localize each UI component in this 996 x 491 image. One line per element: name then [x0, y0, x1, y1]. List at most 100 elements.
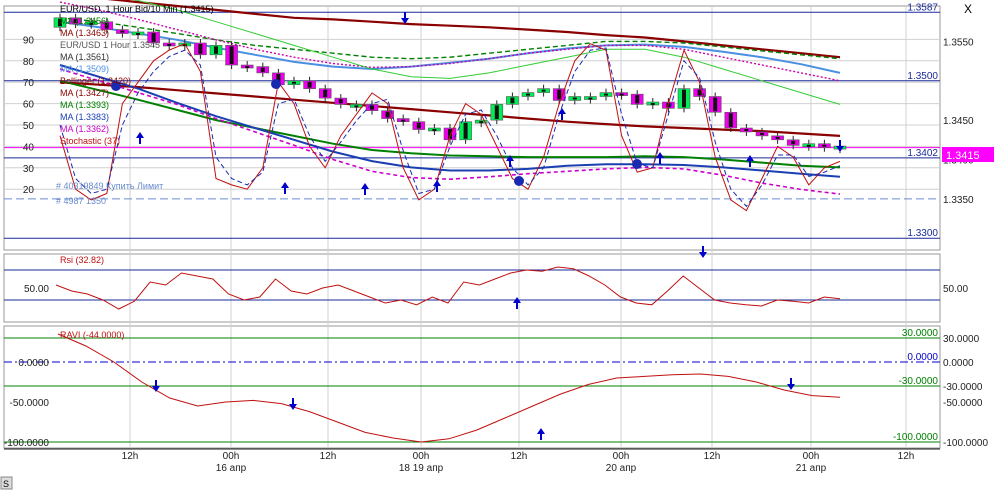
time-tick-label: 00h [613, 451, 630, 462]
legend-entry: MA (1.3456) [60, 16, 109, 26]
candle-core [650, 103, 655, 106]
date-tick-label: 18 19 апр [399, 463, 444, 474]
ravi-level-label: 30.0000 [902, 328, 939, 339]
close-icon[interactable]: X [964, 2, 972, 16]
candle-core [494, 105, 499, 120]
candle-core [479, 121, 484, 124]
candle-core [260, 67, 265, 72]
candle-core [728, 113, 733, 127]
candle-core [510, 97, 515, 104]
ravi-tick-label-right: -100.0000 [943, 438, 988, 449]
stoch-tick-label: 50 [23, 121, 35, 132]
candle-core [370, 105, 374, 110]
candle-core [214, 46, 218, 54]
panel-3 [3, 325, 941, 449]
candle-core [604, 93, 608, 96]
signal-marker-icon [271, 79, 281, 89]
ravi-tick-label-right: -30.0000 [943, 382, 983, 393]
time-tick-label: 12h [704, 451, 721, 462]
legend-entry: MA (1.3561) [60, 52, 109, 62]
panel-2 [3, 253, 941, 323]
candle-core [806, 144, 811, 147]
signal-marker-icon [632, 159, 642, 169]
legend-entry: MA (1.3383) [60, 112, 109, 122]
price-tick-label: 1.3550 [943, 37, 974, 48]
candle-core [635, 95, 640, 104]
stoch-tick-label: 40 [23, 142, 35, 153]
legend-entry: MA (1.3463) [60, 28, 109, 38]
limit-order-label: # 40319849 Купить Лимит [56, 181, 163, 191]
candle-core [292, 81, 296, 84]
panels [3, 5, 941, 449]
price-level-label: 1.3587 [907, 2, 938, 13]
time-tick-label: 12h [511, 451, 528, 462]
close-button[interactable]: X [964, 2, 972, 16]
corner-settings-label[interactable]: S [3, 479, 9, 489]
time-tick-label: 12h [320, 451, 337, 462]
candle-core [572, 97, 577, 100]
candle-core [588, 97, 593, 100]
legend-entry: MA (1.3393) [60, 100, 109, 110]
ravi-tick-label-right: 0.0000 [943, 358, 974, 369]
ravi-title: RAVI (-44.0000) [60, 330, 124, 340]
date-tick-label: 20 апр [606, 463, 637, 474]
candle-core [541, 89, 546, 92]
date-tick-label: 21 апр [796, 463, 827, 474]
legend-entry: Stochastic (37) [60, 136, 120, 146]
signal-marker-icon [514, 176, 524, 186]
ravi-level-label: 0.0000 [907, 352, 938, 363]
rsi-tick-label: 50.00 [24, 284, 49, 295]
legend-entry: EUR/USD 1 Hour 1.3545 [60, 40, 160, 50]
legend-entry: MA (1.3362) [60, 124, 109, 134]
candle-core [557, 89, 562, 100]
price-level-label: 1.3402 [907, 148, 938, 159]
candle-core [167, 43, 172, 46]
candle-core [822, 144, 827, 147]
candle-core [385, 111, 390, 118]
current-price-label: 1.3415 [946, 150, 980, 162]
candle-core [136, 32, 140, 35]
ravi-level-label: -100.0000 [893, 432, 938, 443]
date-tick-label: 16 апр [216, 463, 247, 474]
stoch-tick-label: 20 [23, 185, 35, 196]
stoch-tick-label: 70 [23, 78, 35, 89]
stoch-tick-label: 80 [23, 57, 35, 68]
candle-core [526, 93, 530, 96]
candle-core [229, 46, 234, 65]
time-tick-label: 12h [898, 451, 915, 462]
legend-entry: EUR/USD, 1 Hour Bid/10 Min (1.3415) [60, 4, 214, 14]
candle-core [354, 105, 359, 108]
candle-core [198, 43, 203, 54]
legend-entry: Bollinger (1.3420) [60, 76, 131, 86]
chart-canvas[interactable]: 12h 00h 12h 00h 12h 00h 12h 00h 12h 16 апр 18 19 а… [0, 0, 996, 491]
candle-core [791, 140, 796, 145]
limit-order-sub-label: # 4987 1350 [56, 196, 106, 206]
candle-core [775, 136, 780, 139]
ravi-tick-label-right: 30.0000 [943, 334, 980, 345]
candle-core [463, 122, 468, 139]
time-tick-label: 00h [223, 451, 240, 462]
price-tick-label: 1.3350 [943, 195, 974, 206]
corner-settings-button[interactable]: S [0, 476, 13, 490]
price-level-label: 1.3300 [907, 228, 938, 239]
candle-core [416, 122, 421, 129]
legend-entry: MA (1.3509) [60, 64, 109, 74]
stoch-tick-label: 90 [23, 35, 35, 46]
candle-core [323, 89, 328, 98]
candle-core [401, 119, 406, 122]
candle-core [682, 89, 686, 108]
stoch-tick-label: 30 [23, 164, 35, 175]
candle-core [619, 93, 624, 96]
candle-core [432, 129, 437, 131]
rsi-title: Rsi (32.82) [60, 255, 104, 265]
legend-entry: MA (1.3427) [60, 88, 109, 98]
candle-core [307, 81, 312, 88]
ravi-tick-label: -50.0000 [10, 398, 50, 409]
ravi-tick-label: -100.0000 [4, 438, 49, 449]
time-tick-label: 00h [413, 451, 430, 462]
stoch-tick-label: 60 [23, 100, 35, 111]
ravi-tick-label-right: -50.0000 [943, 398, 983, 409]
price-level-label: 1.3500 [907, 71, 938, 82]
ravi-tick-label: 0.0000 [18, 358, 49, 369]
candle-core [760, 132, 764, 135]
